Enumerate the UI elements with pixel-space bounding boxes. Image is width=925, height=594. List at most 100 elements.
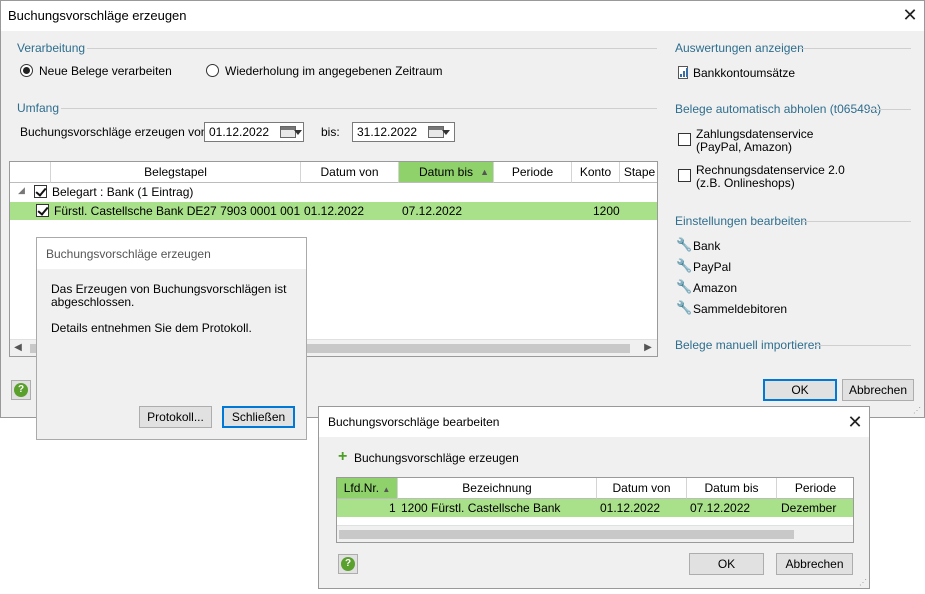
edit-grid-scroll-thumb[interactable] bbox=[339, 530, 794, 539]
edit-ok-button[interactable]: OK bbox=[689, 553, 764, 575]
report-chart-icon[interactable] bbox=[678, 66, 688, 79]
edit-cancel-button[interactable]: Abbrechen bbox=[776, 553, 853, 575]
date-from-dropdown-icon[interactable] bbox=[294, 130, 302, 135]
wrench-icon: 🔧 bbox=[676, 300, 693, 315]
group-row-label: Belegart : Bank (1 Eintrag) bbox=[52, 185, 194, 199]
date-from-label: Buchungsvorschläge erzeugen von: bbox=[20, 125, 211, 139]
edit-header-lfdnr[interactable]: Lfd.Nr. ▲ bbox=[337, 478, 398, 499]
zahlungsdatenservice-checkbox[interactable] bbox=[678, 133, 691, 146]
main-cancel-button[interactable]: Abbrechen bbox=[842, 379, 914, 401]
message-line1: Das Erzeugen von Buchungsvorschlägen ist bbox=[51, 282, 287, 296]
message-line3: Details entnehmen Sie dem Protokoll. bbox=[51, 321, 252, 335]
sort-asc-icon: ▲ bbox=[480, 167, 489, 177]
manuell-importieren-label: Belege manuell importieren bbox=[675, 338, 822, 352]
main-close-icon[interactable]: ✕ bbox=[900, 5, 920, 25]
edit-row-bezeichnung: 1200 Fürstl. Castellsche Bank bbox=[401, 501, 561, 515]
belege-abholen-label: Belege automatisch abholen (t06549a) bbox=[675, 102, 882, 116]
grid-header-datum-von[interactable]: Datum von bbox=[301, 162, 399, 183]
help-icon: ? bbox=[14, 383, 28, 397]
edit-row-datum-bis: 07.12.2022 bbox=[690, 501, 751, 515]
einstellung-paypal-link[interactable]: PayPal bbox=[693, 260, 731, 274]
scroll-left-icon[interactable]: ◀ bbox=[12, 342, 24, 354]
edit-header-datum-von[interactable]: Datum von bbox=[597, 478, 687, 499]
resize-grip-icon[interactable]: ⋰ bbox=[859, 579, 867, 587]
edit-close-icon[interactable]: ✕ bbox=[845, 412, 865, 432]
main-dialog-title: Buchungsvorschläge erzeugen bbox=[8, 8, 187, 23]
einstellung-amazon-link[interactable]: Amazon bbox=[693, 281, 737, 295]
date-to-value: 31.12.2022 bbox=[357, 125, 418, 139]
wrench-icon: 🔧 bbox=[676, 237, 693, 252]
protokoll-button[interactable]: Protokoll... bbox=[139, 406, 212, 428]
verarbeitung-divider bbox=[87, 48, 657, 49]
radio-neue-belege[interactable] bbox=[20, 64, 33, 77]
table-row[interactable]: 1 1200 Fürstl. Castellsche Bank 01.12.20… bbox=[337, 499, 853, 517]
zahlungsdatenservice-label[interactable]: Zahlungsdatenservice bbox=[696, 127, 813, 141]
message-dialog: Buchungsvorschläge erzeugen Das Erzeugen… bbox=[36, 237, 307, 440]
erzeugen-action-link[interactable]: Buchungsvorschläge erzeugen bbox=[354, 451, 519, 465]
radio-wiederholung[interactable] bbox=[206, 64, 219, 77]
einstellungen-label: Einstellungen bearbeiten bbox=[675, 214, 808, 228]
edit-help-button[interactable]: ? bbox=[338, 554, 358, 574]
row-datum-bis: 07.12.2022 bbox=[402, 204, 463, 218]
grid-group-row[interactable]: ◢ Belegart : Bank (1 Eintrag) bbox=[10, 183, 657, 201]
grid-header-stape[interactable]: Stape bbox=[620, 162, 657, 183]
group-checkbox[interactable] bbox=[34, 185, 47, 198]
help-icon: ? bbox=[341, 557, 355, 571]
grid-header-datum-bis[interactable]: Datum bis ▲ bbox=[399, 162, 494, 183]
date-from-value: 01.12.2022 bbox=[209, 125, 270, 139]
message-dialog-title: Buchungsvorschläge erzeugen bbox=[46, 247, 211, 261]
bankkontoumsaetze-link[interactable]: Bankkontoumsätze bbox=[693, 66, 795, 80]
grid-header-belegstapel[interactable]: Belegstapel bbox=[51, 162, 301, 183]
help-button[interactable]: ? bbox=[11, 380, 31, 400]
wrench-icon: 🔧 bbox=[676, 279, 693, 294]
row-belegstapel: Fürstl. Castellsche Bank DE27 7903 0001 … bbox=[54, 204, 300, 218]
row-konto: 1200 bbox=[593, 204, 620, 218]
verarbeitung-group-label: Verarbeitung bbox=[17, 41, 86, 55]
edit-header-datum-bis[interactable]: Datum bis bbox=[687, 478, 777, 499]
wrench-icon: 🔧 bbox=[676, 258, 693, 273]
rechnungsdatenservice-checkbox[interactable] bbox=[678, 169, 691, 182]
einstellungen-divider bbox=[802, 221, 911, 222]
edit-grid-hscrollbar[interactable] bbox=[337, 525, 853, 542]
scroll-right-icon[interactable]: ▶ bbox=[642, 342, 654, 354]
message-line2: abgeschlossen. bbox=[51, 295, 135, 309]
row-checkbox[interactable] bbox=[36, 204, 49, 217]
edit-header-periode[interactable]: Periode bbox=[777, 478, 853, 499]
sort-asc-icon: ▲ bbox=[382, 485, 391, 494]
rechnungsdatenservice-label[interactable]: Rechnungsdatenservice 2.0 bbox=[696, 163, 845, 177]
edit-row-nr: 1 bbox=[389, 501, 396, 515]
grid-header-spacer bbox=[10, 162, 51, 183]
edit-header-lfdnr-label: Lfd.Nr. bbox=[343, 481, 380, 495]
umfang-divider bbox=[61, 108, 657, 109]
edit-header-bezeichnung[interactable]: Bezeichnung bbox=[398, 478, 597, 499]
edit-row-periode: Dezember bbox=[781, 501, 837, 515]
rechnungsdatenservice-sublabel[interactable]: (z.B. Onlineshops) bbox=[696, 176, 795, 190]
radio-wiederholung-label[interactable]: Wiederholung im angegebenen Zeitraum bbox=[225, 64, 442, 78]
collapse-triangle-icon[interactable]: ◢ bbox=[18, 185, 25, 196]
date-to-label: bis: bbox=[321, 125, 340, 139]
schliessen-button[interactable]: Schließen bbox=[222, 406, 295, 428]
manuell-importieren-divider bbox=[815, 345, 911, 346]
add-plus-icon[interactable]: + bbox=[338, 449, 347, 465]
edit-grid[interactable]: Lfd.Nr. ▲ Bezeichnung Datum von Datum bi… bbox=[336, 477, 854, 543]
row-datum-von: 01.12.2022 bbox=[304, 204, 365, 218]
table-row[interactable]: Fürstl. Castellsche Bank DE27 7903 0001 … bbox=[10, 202, 657, 220]
radio-neue-belege-label[interactable]: Neue Belege verarbeiten bbox=[39, 64, 172, 78]
grid-header-datum-bis-label: Datum bis bbox=[418, 165, 474, 179]
grid-header-periode[interactable]: Periode bbox=[494, 162, 572, 183]
message-titlebar: Buchungsvorschläge erzeugen bbox=[37, 238, 306, 269]
zahlungsdatenservice-sublabel[interactable]: (PayPal, Amazon) bbox=[696, 140, 792, 154]
main-ok-button[interactable]: OK bbox=[763, 379, 837, 401]
main-titlebar: Buchungsvorschläge erzeugen ✕ bbox=[1, 1, 924, 31]
edit-titlebar: Buchungsvorschläge bearbeiten ✕ bbox=[319, 407, 869, 437]
auswertungen-divider bbox=[799, 48, 911, 49]
edit-dialog: Buchungsvorschläge bearbeiten ✕ + Buchun… bbox=[318, 406, 870, 589]
resize-grip-icon[interactable]: ⋰ bbox=[913, 407, 921, 415]
date-to-dropdown-icon[interactable] bbox=[442, 130, 450, 135]
einstellung-sammeldebitoren-link[interactable]: Sammeldebitoren bbox=[693, 302, 787, 316]
edit-dialog-title: Buchungsvorschläge bearbeiten bbox=[328, 415, 500, 429]
auswertungen-label: Auswertungen anzeigen bbox=[675, 41, 804, 55]
umfang-group-label: Umfang bbox=[17, 101, 60, 115]
grid-header-konto[interactable]: Konto bbox=[572, 162, 620, 183]
einstellung-bank-link[interactable]: Bank bbox=[693, 239, 720, 253]
